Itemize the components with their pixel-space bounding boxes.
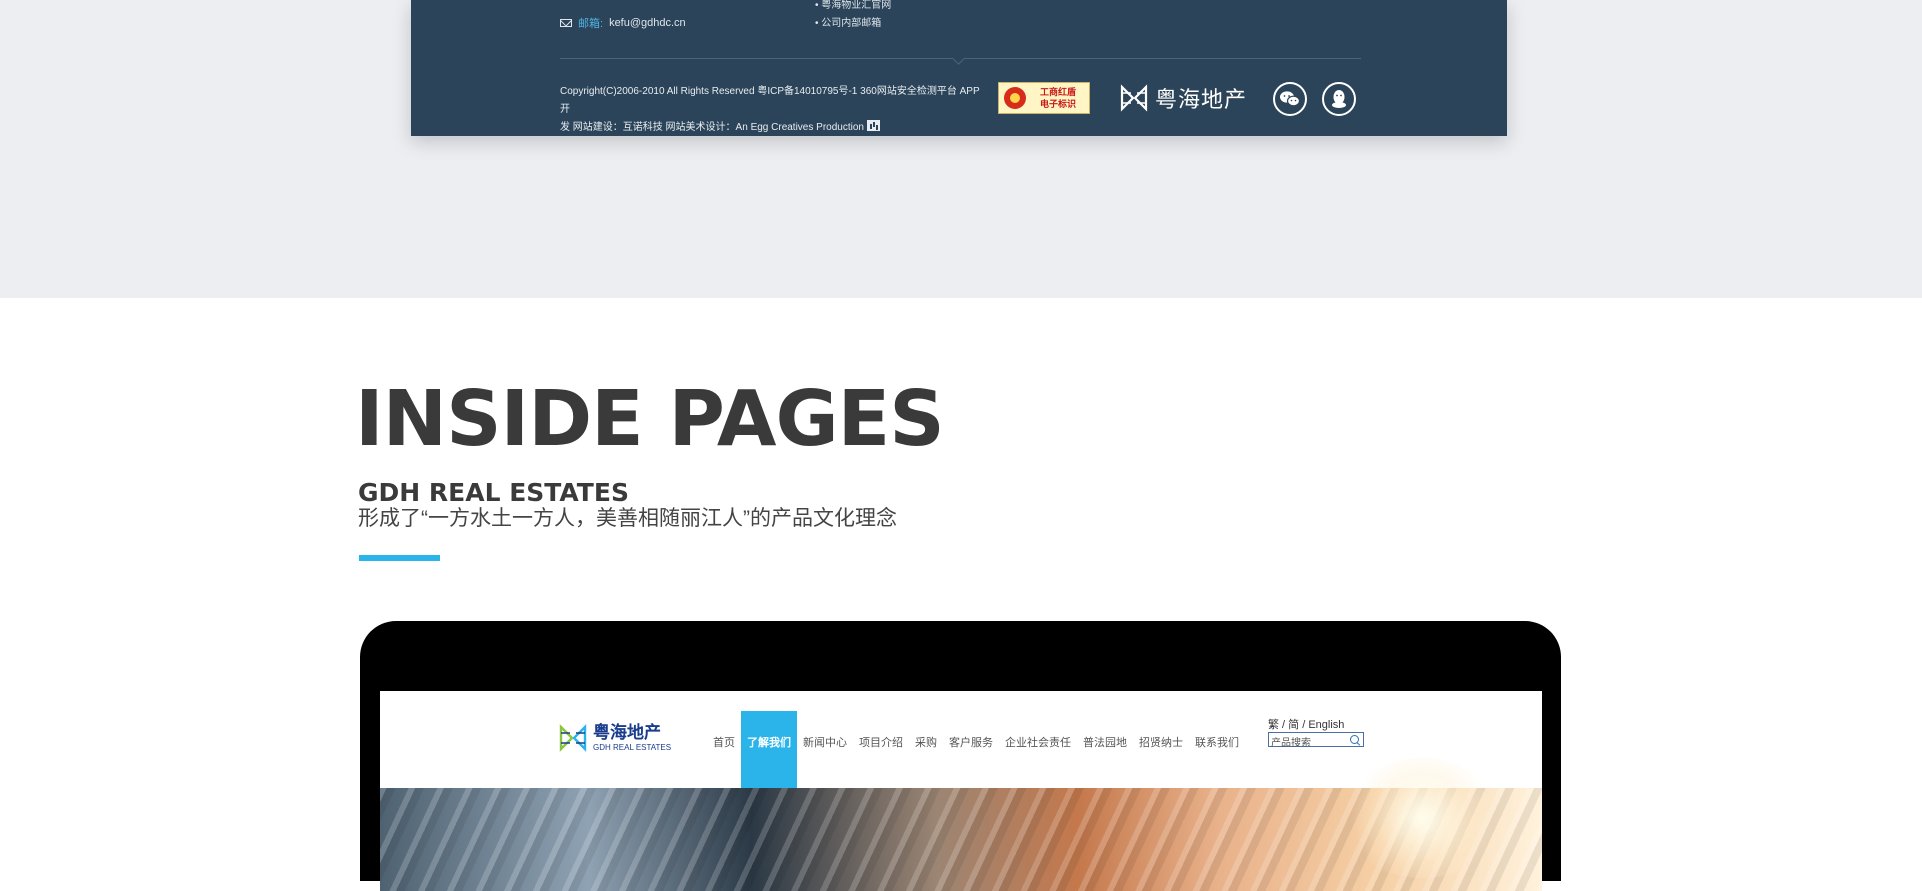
hero-sun-glow [1342,758,1502,878]
site-nav: 首页 了解我们 新闻中心 项目介绍 采购 客户服务 企业社会责任 普法园地 招贤… [707,711,1245,788]
stats-icon[interactable] [866,120,880,131]
mail-label: 邮箱: [578,18,604,30]
badge-text: 工商红盾 电子标识 [1029,86,1087,110]
hero-banner [380,758,1542,891]
qq-icon [1332,90,1346,108]
footer-logo-text: 粤海地产 [1155,88,1248,113]
nav-item-about[interactable]: 了解我们 [741,711,797,788]
search-input[interactable] [1269,737,1347,750]
nav-item-news[interactable]: 新闻中心 [797,711,853,788]
search-icon[interactable] [1350,735,1359,744]
envelope-icon [560,19,572,27]
business-license-badge[interactable]: 工商红盾 电子标识 [998,82,1090,114]
nav-item-service[interactable]: 客户服务 [943,711,999,788]
footer-logo: 粤海地产 [1119,82,1247,114]
accent-bar [359,555,440,561]
butterfly-logo-icon [559,724,587,752]
divider-notch [952,52,965,65]
badge-line: 工商红盾 [1039,87,1076,97]
footer-preview-card: 邮箱: kefu@gdhdc.cn 粤海物业汇官网 公司内部邮箱 Copyrig… [411,0,1507,136]
footer-links: 粤海物业汇官网 公司内部邮箱 [815,0,891,33]
site-logo-en: GDH REAL ESTATES [593,742,672,752]
site-logo-text: 粤海地产 GDH REAL ESTATES [593,722,672,752]
emblem-icon [1004,87,1026,109]
nav-item-procurement[interactable]: 采购 [909,711,943,788]
nav-item-careers[interactable]: 招贤纳士 [1133,711,1189,788]
nav-item-contact[interactable]: 联系我们 [1189,711,1245,788]
wechat-button[interactable] [1273,82,1307,116]
nav-item-csr[interactable]: 企业社会责任 [999,711,1077,788]
screen: 粤海地产 GDH REAL ESTATES 首页 了解我们 新闻中心 项目介绍 … [380,691,1542,891]
nav-item-law[interactable]: 普法园地 [1077,711,1133,788]
badge-line: 电子标识 [1039,99,1076,109]
nav-item-projects[interactable]: 项目介绍 [853,711,909,788]
device-mockup: 粤海地产 GDH REAL ESTATES 首页 了解我们 新闻中心 项目介绍 … [360,621,1561,891]
credits-text: 发 网站建设：互诺科技 网站美术设计：An Egg Creatives Prod… [560,122,864,133]
copyright-text: Copyright(C)2006-2010 All Rights Reserve… [560,83,985,137]
site-logo-cn: 粤海地产 [593,722,661,743]
section-subtitle: GDH REAL ESTATES [358,478,629,507]
site-search [1268,732,1364,750]
copyright-line: Copyright(C)2006-2010 All Rights Reserve… [560,86,980,115]
copyright-line-2: 发 网站建设：互诺科技 网站美术设计：An Egg Creatives Prod… [560,119,985,137]
qq-button[interactable] [1322,82,1356,116]
nav-item-home[interactable]: 首页 [707,711,741,788]
section-description: 形成了“一方水土一方人，美善相随丽江人”的产品文化理念 [358,507,897,530]
section-title: INSIDE PAGES [355,375,945,464]
footer-link[interactable]: 粤海物业汇官网 [815,0,891,15]
mail-address[interactable]: kefu@gdhdc.cn [609,17,686,29]
butterfly-logo-icon [1120,84,1148,112]
footer-link[interactable]: 公司内部邮箱 [815,15,891,33]
language-switcher[interactable]: 繁 / 简 / English [1268,716,1344,732]
footer-mail: 邮箱: kefu@gdhdc.cn [560,15,686,31]
site-logo[interactable]: 粤海地产 GDH REAL ESTATES [559,724,671,752]
wechat-icon [1280,91,1301,107]
